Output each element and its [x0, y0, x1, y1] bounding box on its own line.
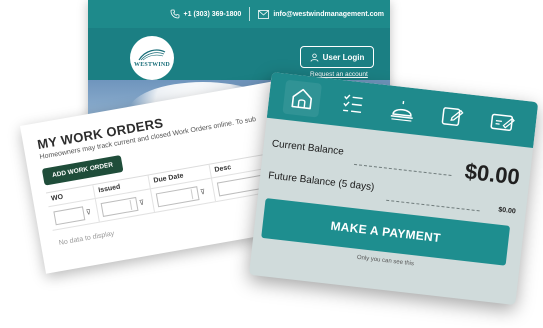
service-bell-icon	[390, 100, 413, 122]
nav-concierge[interactable]	[383, 91, 423, 129]
due-date-filter-input[interactable]	[155, 185, 200, 207]
current-balance-value: $0.00	[463, 158, 522, 190]
email-address: info@westwindmanagement.com	[273, 10, 384, 18]
nav-checklist[interactable]	[333, 85, 373, 123]
nav-requests[interactable]	[433, 97, 473, 135]
issued-filter-input[interactable]	[100, 196, 139, 217]
tablet-edit-icon	[442, 107, 464, 126]
filter-icon[interactable]: ⊽	[138, 198, 145, 207]
logo-text: WESTWIND	[134, 62, 170, 68]
payment-card-icon	[490, 113, 515, 131]
mail-icon	[258, 9, 270, 19]
nav-home[interactable]	[282, 79, 323, 118]
home-icon	[291, 88, 313, 110]
contact-divider	[249, 7, 251, 21]
phone-contact[interactable]: +1 (303) 369-1800	[170, 9, 242, 19]
hero-banner: WESTWIND User Login Request an account	[88, 28, 390, 80]
nav-payments[interactable]	[483, 102, 523, 140]
westwind-logo[interactable]: WESTWIND	[130, 36, 174, 80]
make-payment-button[interactable]: MAKE A PAYMENT	[261, 198, 511, 266]
filter-icon[interactable]: ⊽	[85, 208, 91, 217]
future-balance-value: $0.00	[497, 206, 517, 216]
leader-dots	[386, 199, 480, 212]
leader-dots	[354, 163, 452, 176]
balance-nav-bar	[266, 72, 539, 149]
user-login-button[interactable]: User Login	[300, 46, 374, 68]
current-balance-label: Current Balance	[271, 138, 345, 158]
user-icon	[310, 53, 319, 62]
filter-icon[interactable]: ⊽	[200, 187, 206, 196]
contact-bar: +1 (303) 369-1800 info@westwindmanagemen…	[88, 0, 390, 28]
checklist-icon	[342, 94, 363, 113]
future-balance-label: Future Balance (5 days)	[267, 170, 375, 194]
phone-number: +1 (303) 369-1800	[183, 10, 242, 18]
user-login-label: User Login	[322, 52, 365, 62]
email-contact[interactable]: info@westwindmanagement.com	[258, 9, 384, 19]
logo-swoosh-icon	[138, 49, 166, 61]
phone-icon	[170, 9, 179, 19]
wo-filter-input[interactable]	[53, 205, 86, 225]
balance-panel: Current Balance $0.00 Future Balance (5 …	[248, 72, 539, 306]
